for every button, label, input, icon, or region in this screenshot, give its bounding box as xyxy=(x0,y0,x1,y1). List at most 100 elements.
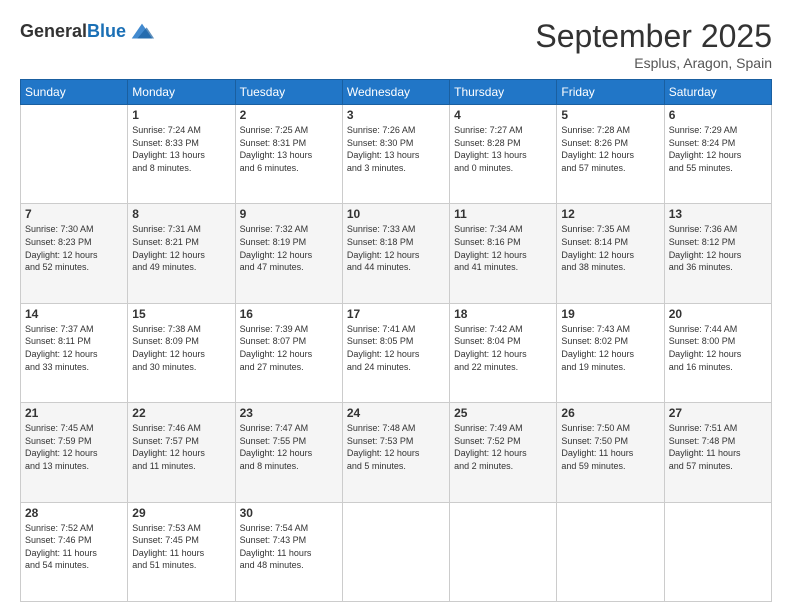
calendar-cell: 3 Sunrise: 7:26 AM Sunset: 8:30 PM Daylig… xyxy=(342,105,449,204)
cell-info: Sunrise: 7:51 AM Sunset: 7:48 PM Dayligh… xyxy=(669,422,767,472)
weekday-header-sunday: Sunday xyxy=(21,80,128,105)
day-number: 3 xyxy=(347,108,445,122)
logo: GeneralBlue xyxy=(20,18,156,46)
calendar-table: SundayMondayTuesdayWednesdayThursdayFrid… xyxy=(20,79,772,602)
calendar-cell: 28Sunrise: 7:52 AM Sunset: 7:46 PM Dayli… xyxy=(21,502,128,601)
day-number: 28 xyxy=(25,506,123,520)
day-number: 6 xyxy=(669,108,767,122)
day-number: 25 xyxy=(454,406,552,420)
cell-info: Sunrise: 7:26 AM Sunset: 8:30 PM Dayligh… xyxy=(347,124,445,174)
calendar-cell: 13 Sunrise: 7:36 AM Sunset: 8:12 PM Dayli… xyxy=(664,204,771,303)
calendar-cell: 12Sunrise: 7:35 AM Sunset: 8:14 PM Dayli… xyxy=(557,204,664,303)
cell-info: Sunrise: 7:36 AM Sunset: 8:12 PM Dayligh… xyxy=(669,223,767,273)
calendar-cell: 6Sunrise: 7:29 AM Sunset: 8:24 PM Daylig… xyxy=(664,105,771,204)
calendar-cell: 30 Sunrise: 7:54 AM Sunset: 7:43 PM Dayli… xyxy=(235,502,342,601)
calendar-cell: 16 Sunrise: 7:39 AM Sunset: 8:07 PM Dayli… xyxy=(235,303,342,402)
cell-info: Sunrise: 7:27 AM Sunset: 8:28 PM Dayligh… xyxy=(454,124,552,174)
calendar-cell: 2 Sunrise: 7:25 AM Sunset: 8:31 PM Daylig… xyxy=(235,105,342,204)
calendar-cell: 10 Sunrise: 7:33 AM Sunset: 8:18 PM Dayli… xyxy=(342,204,449,303)
calendar-cell: 23 Sunrise: 7:47 AM Sunset: 7:55 PM Dayli… xyxy=(235,403,342,502)
calendar-cell: 22Sunrise: 7:46 AM Sunset: 7:57 PM Dayli… xyxy=(128,403,235,502)
cell-info: Sunrise: 7:33 AM Sunset: 8:18 PM Dayligh… xyxy=(347,223,445,273)
day-number: 27 xyxy=(669,406,767,420)
calendar-cell: 24 Sunrise: 7:48 AM Sunset: 7:53 PM Dayli… xyxy=(342,403,449,502)
logo-text: GeneralBlue xyxy=(20,22,126,42)
day-number: 17 xyxy=(347,307,445,321)
month-title: September 2025 xyxy=(535,18,772,55)
weekday-header-row: SundayMondayTuesdayWednesdayThursdayFrid… xyxy=(21,80,772,105)
title-block: September 2025 Esplus, Aragon, Spain xyxy=(535,18,772,71)
cell-info: Sunrise: 7:37 AM Sunset: 8:11 PM Dayligh… xyxy=(25,323,123,373)
cell-info: Sunrise: 7:50 AM Sunset: 7:50 PM Dayligh… xyxy=(561,422,659,472)
cell-info: Sunrise: 7:41 AM Sunset: 8:05 PM Dayligh… xyxy=(347,323,445,373)
cell-info: Sunrise: 7:42 AM Sunset: 8:04 PM Dayligh… xyxy=(454,323,552,373)
calendar-cell: 14 Sunrise: 7:37 AM Sunset: 8:11 PM Dayli… xyxy=(21,303,128,402)
weekday-header-saturday: Saturday xyxy=(664,80,771,105)
calendar-cell: 26 Sunrise: 7:50 AM Sunset: 7:50 PM Dayli… xyxy=(557,403,664,502)
logo-icon xyxy=(128,18,156,46)
calendar-week-row: 1Sunrise: 7:24 AM Sunset: 8:33 PM Daylig… xyxy=(21,105,772,204)
day-number: 13 xyxy=(669,207,767,221)
header: GeneralBlue September 2025 Esplus, Arago… xyxy=(20,18,772,71)
cell-info: Sunrise: 7:30 AM Sunset: 8:23 PM Dayligh… xyxy=(25,223,123,273)
calendar-cell: 25 Sunrise: 7:49 AM Sunset: 7:52 PM Dayli… xyxy=(450,403,557,502)
day-number: 10 xyxy=(347,207,445,221)
cell-info: Sunrise: 7:43 AM Sunset: 8:02 PM Dayligh… xyxy=(561,323,659,373)
day-number: 11 xyxy=(454,207,552,221)
weekday-header-wednesday: Wednesday xyxy=(342,80,449,105)
day-number: 23 xyxy=(240,406,338,420)
calendar-cell: 19 Sunrise: 7:43 AM Sunset: 8:02 PM Dayli… xyxy=(557,303,664,402)
calendar-cell: 4Sunrise: 7:27 AM Sunset: 8:28 PM Daylig… xyxy=(450,105,557,204)
day-number: 21 xyxy=(25,406,123,420)
cell-info: Sunrise: 7:25 AM Sunset: 8:31 PM Dayligh… xyxy=(240,124,338,174)
cell-info: Sunrise: 7:45 AM Sunset: 7:59 PM Dayligh… xyxy=(25,422,123,472)
calendar-cell xyxy=(557,502,664,601)
calendar-week-row: 14 Sunrise: 7:37 AM Sunset: 8:11 PM Dayli… xyxy=(21,303,772,402)
calendar-cell: 9 Sunrise: 7:32 AM Sunset: 8:19 PM Daylig… xyxy=(235,204,342,303)
cell-info: Sunrise: 7:34 AM Sunset: 8:16 PM Dayligh… xyxy=(454,223,552,273)
cell-info: Sunrise: 7:24 AM Sunset: 8:33 PM Dayligh… xyxy=(132,124,230,174)
cell-info: Sunrise: 7:47 AM Sunset: 7:55 PM Dayligh… xyxy=(240,422,338,472)
day-number: 22 xyxy=(132,406,230,420)
calendar-cell: 5Sunrise: 7:28 AM Sunset: 8:26 PM Daylig… xyxy=(557,105,664,204)
cell-info: Sunrise: 7:32 AM Sunset: 8:19 PM Dayligh… xyxy=(240,223,338,273)
day-number: 2 xyxy=(240,108,338,122)
calendar-cell: 7 Sunrise: 7:30 AM Sunset: 8:23 PM Daylig… xyxy=(21,204,128,303)
calendar-cell xyxy=(664,502,771,601)
day-number: 7 xyxy=(25,207,123,221)
cell-info: Sunrise: 7:39 AM Sunset: 8:07 PM Dayligh… xyxy=(240,323,338,373)
calendar-cell: 21 Sunrise: 7:45 AM Sunset: 7:59 PM Dayli… xyxy=(21,403,128,502)
cell-info: Sunrise: 7:44 AM Sunset: 8:00 PM Dayligh… xyxy=(669,323,767,373)
calendar-cell: 1Sunrise: 7:24 AM Sunset: 8:33 PM Daylig… xyxy=(128,105,235,204)
calendar-cell: 29Sunrise: 7:53 AM Sunset: 7:45 PM Dayli… xyxy=(128,502,235,601)
cell-info: Sunrise: 7:53 AM Sunset: 7:45 PM Dayligh… xyxy=(132,522,230,572)
cell-info: Sunrise: 7:49 AM Sunset: 7:52 PM Dayligh… xyxy=(454,422,552,472)
day-number: 16 xyxy=(240,307,338,321)
weekday-header-thursday: Thursday xyxy=(450,80,557,105)
day-number: 19 xyxy=(561,307,659,321)
weekday-header-monday: Monday xyxy=(128,80,235,105)
calendar-cell xyxy=(342,502,449,601)
day-number: 9 xyxy=(240,207,338,221)
calendar-cell xyxy=(21,105,128,204)
day-number: 15 xyxy=(132,307,230,321)
cell-info: Sunrise: 7:54 AM Sunset: 7:43 PM Dayligh… xyxy=(240,522,338,572)
page: GeneralBlue September 2025 Esplus, Arago… xyxy=(0,0,792,612)
day-number: 5 xyxy=(561,108,659,122)
day-number: 20 xyxy=(669,307,767,321)
calendar-cell: 11 Sunrise: 7:34 AM Sunset: 8:16 PM Dayli… xyxy=(450,204,557,303)
calendar-cell: 18Sunrise: 7:42 AM Sunset: 8:04 PM Dayli… xyxy=(450,303,557,402)
cell-info: Sunrise: 7:38 AM Sunset: 8:09 PM Dayligh… xyxy=(132,323,230,373)
calendar-week-row: 21 Sunrise: 7:45 AM Sunset: 7:59 PM Dayli… xyxy=(21,403,772,502)
calendar-cell: 15 Sunrise: 7:38 AM Sunset: 8:09 PM Dayli… xyxy=(128,303,235,402)
calendar-cell: 17 Sunrise: 7:41 AM Sunset: 8:05 PM Dayli… xyxy=(342,303,449,402)
day-number: 14 xyxy=(25,307,123,321)
cell-info: Sunrise: 7:48 AM Sunset: 7:53 PM Dayligh… xyxy=(347,422,445,472)
day-number: 24 xyxy=(347,406,445,420)
calendar-week-row: 7 Sunrise: 7:30 AM Sunset: 8:23 PM Daylig… xyxy=(21,204,772,303)
day-number: 26 xyxy=(561,406,659,420)
cell-info: Sunrise: 7:35 AM Sunset: 8:14 PM Dayligh… xyxy=(561,223,659,273)
location-subtitle: Esplus, Aragon, Spain xyxy=(535,55,772,71)
day-number: 8 xyxy=(132,207,230,221)
day-number: 30 xyxy=(240,506,338,520)
